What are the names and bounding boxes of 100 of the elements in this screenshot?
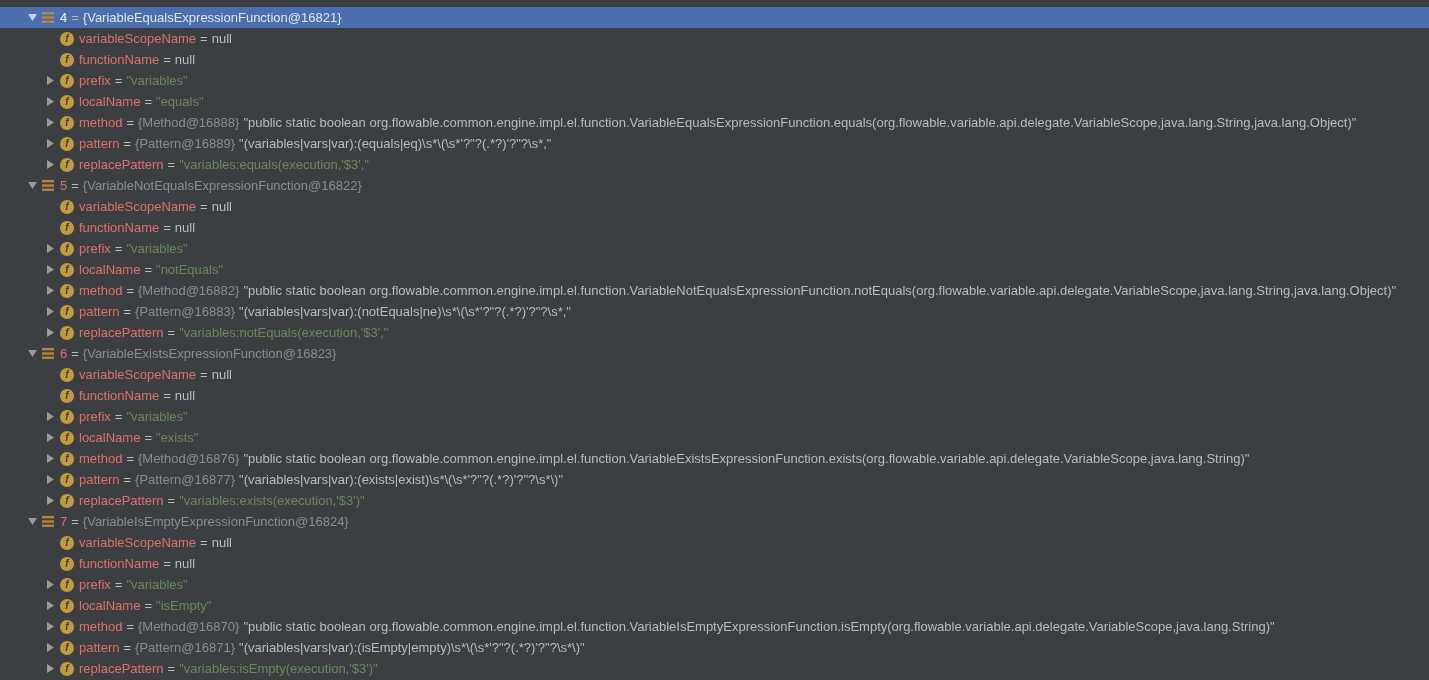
equals-sign: = bbox=[163, 220, 171, 235]
field-name: replacePattern bbox=[79, 325, 164, 340]
equals-sign: = bbox=[114, 409, 123, 424]
equals-sign: = bbox=[144, 430, 152, 445]
field-icon: f bbox=[60, 283, 74, 298]
field-name: replacePattern bbox=[79, 157, 164, 172]
variable-row[interactable]: f method = {Method@16876} "public static boolean org.flowable.common.engine.impl.el.function.VariableExistsExpressionFunction.exists(org.flowable.variable.api.delegate.VariableScope,java.lang.String)" bbox=[0, 448, 1429, 469]
variable-row[interactable]: f prefix = "variables" bbox=[0, 406, 1429, 427]
variable-row[interactable]: f variableScopeName = null bbox=[0, 364, 1429, 385]
expand-arrow-icon[interactable] bbox=[45, 601, 55, 610]
collapse-arrow-icon[interactable] bbox=[27, 181, 37, 190]
field-icon: f bbox=[60, 304, 74, 319]
variable-row[interactable]: f pattern = {Pattern@16883} "(variables|vars|var):(notEquals|ne)\s*\(\s*'?"?(.*?)'?"?\s*," bbox=[0, 301, 1429, 322]
array-element-row[interactable]: 6 = {VariableExistsExpressionFunction@16823} bbox=[0, 343, 1429, 364]
collapse-arrow-icon[interactable] bbox=[27, 349, 37, 358]
collapse-arrow-icon[interactable] bbox=[27, 13, 37, 22]
expand-arrow-icon[interactable] bbox=[45, 286, 55, 295]
expand-arrow-icon[interactable] bbox=[45, 475, 55, 484]
expand-arrow-icon[interactable] bbox=[45, 643, 55, 652]
expand-arrow-icon[interactable] bbox=[45, 412, 55, 421]
field-name: localName bbox=[79, 262, 141, 277]
object-reference: {Pattern@16889} bbox=[135, 136, 236, 151]
list-icon bbox=[42, 180, 54, 191]
expand-arrow-icon[interactable] bbox=[45, 118, 55, 127]
expand-arrow-icon[interactable] bbox=[45, 265, 55, 274]
field-icon: f bbox=[60, 199, 74, 214]
object-reference: {VariableExistsExpressionFunction@16823} bbox=[82, 346, 337, 361]
equals-sign: = bbox=[123, 472, 132, 487]
field-value: "exists" bbox=[156, 430, 199, 445]
field-value: "(variables|vars|var):(equals|eq)\s*\(\s*'?"?(.*?)'?"?\s*," bbox=[239, 136, 552, 151]
variable-row[interactable]: f pattern = {Pattern@16889} "(variables|vars|var):(equals|eq)\s*\(\s*'?"?(.*?)'?"?\s*," bbox=[0, 133, 1429, 154]
field-name: method bbox=[79, 283, 123, 298]
expand-arrow-icon[interactable] bbox=[45, 97, 55, 106]
field-icon: f bbox=[60, 409, 74, 424]
expand-arrow-icon[interactable] bbox=[45, 664, 55, 673]
variable-row[interactable]: f replacePattern = "variables:notEquals(execution,'$3'," bbox=[0, 322, 1429, 343]
expand-arrow-icon[interactable] bbox=[45, 433, 55, 442]
equals-sign: = bbox=[126, 451, 134, 466]
field-name: variableScopeName bbox=[79, 31, 197, 46]
variable-row[interactable]: f variableScopeName = null bbox=[0, 532, 1429, 553]
variable-row[interactable]: f replacePattern = "variables:exists(execution,'$3')" bbox=[0, 490, 1429, 511]
variable-row[interactable]: f functionName = null bbox=[0, 49, 1429, 70]
expand-arrow-icon[interactable] bbox=[45, 307, 55, 316]
variable-row[interactable]: f localName = "notEquals" bbox=[0, 259, 1429, 280]
expand-arrow-icon[interactable] bbox=[45, 454, 55, 463]
collapse-arrow-icon[interactable] bbox=[27, 517, 37, 526]
element-index: 6 bbox=[60, 346, 68, 361]
equals-sign: = bbox=[163, 388, 171, 403]
field-name: method bbox=[79, 451, 123, 466]
expand-arrow-icon[interactable] bbox=[45, 622, 55, 631]
variable-row[interactable]: f prefix = "variables" bbox=[0, 574, 1429, 595]
field-icon: f bbox=[60, 619, 74, 634]
field-value: "(variables|vars|var):(notEquals|ne)\s*\(\s*'?"?(.*?)'?"?\s*," bbox=[239, 304, 571, 319]
field-icon: f bbox=[60, 367, 74, 382]
variable-row[interactable]: f functionName = null bbox=[0, 385, 1429, 406]
expand-arrow-icon[interactable] bbox=[45, 496, 55, 505]
variable-row[interactable]: f pattern = {Pattern@16871} "(variables|vars|var):(isEmpty|empty)\s*\(\s*'?"?(.*?)'?"?\s*\)" bbox=[0, 637, 1429, 658]
field-value: "variables" bbox=[126, 577, 188, 592]
object-reference: {VariableNotEqualsExpressionFunction@16822} bbox=[82, 178, 362, 193]
expand-arrow-icon[interactable] bbox=[45, 139, 55, 148]
equals-sign: = bbox=[167, 325, 176, 340]
array-element-row[interactable]: 5 = {VariableNotEqualsExpressionFunction@16822} bbox=[0, 175, 1429, 196]
expand-arrow-icon[interactable] bbox=[45, 160, 55, 169]
expand-arrow-icon[interactable] bbox=[45, 244, 55, 253]
field-icon: f bbox=[60, 388, 74, 403]
equals-sign: = bbox=[144, 598, 152, 613]
variable-row[interactable]: f variableScopeName = null bbox=[0, 196, 1429, 217]
object-reference: {VariableIsEmptyExpressionFunction@16824} bbox=[82, 514, 349, 529]
field-value: "public static boolean org.flowable.common.engine.impl.el.function.VariableEqualsExpressionFunction.equals(org.flowable.variable.api.delegate.VariableScope,java.lang.String,java.lang.Object)" bbox=[243, 115, 1357, 130]
variable-row[interactable]: f prefix = "variables" bbox=[0, 70, 1429, 91]
variable-row[interactable]: f localName = "equals" bbox=[0, 91, 1429, 112]
field-icon: f bbox=[60, 52, 74, 67]
field-name: pattern bbox=[79, 472, 120, 487]
field-name: prefix bbox=[79, 73, 111, 88]
variable-row[interactable]: f pattern = {Pattern@16877} "(variables|vars|var):(exists|exist)\s*\(\s*'?"?(.*?)'?"?\s*\)" bbox=[0, 469, 1429, 490]
field-name: replacePattern bbox=[79, 493, 164, 508]
field-icon: f bbox=[60, 73, 74, 88]
expand-arrow-icon[interactable] bbox=[45, 328, 55, 337]
expand-arrow-icon[interactable] bbox=[45, 76, 55, 85]
variable-row[interactable]: f variableScopeName = null bbox=[0, 28, 1429, 49]
variable-row[interactable]: f prefix = "variables" bbox=[0, 238, 1429, 259]
expand-arrow-icon[interactable] bbox=[45, 580, 55, 589]
array-element-row[interactable]: 7 = {VariableIsEmptyExpressionFunction@16824} bbox=[0, 511, 1429, 532]
field-icon: f bbox=[60, 157, 74, 172]
variable-row[interactable]: f localName = "exists" bbox=[0, 427, 1429, 448]
variable-row[interactable]: f functionName = null bbox=[0, 553, 1429, 574]
equals-sign: = bbox=[71, 178, 79, 193]
field-name: prefix bbox=[79, 409, 111, 424]
field-name: method bbox=[79, 115, 123, 130]
field-icon: f bbox=[60, 661, 74, 676]
variable-row[interactable]: f localName = "isEmpty" bbox=[0, 595, 1429, 616]
array-element-row[interactable]: 4 = {VariableEqualsExpressionFunction@16821} bbox=[0, 7, 1429, 28]
variable-row[interactable]: f functionName = null bbox=[0, 217, 1429, 238]
object-reference: {Method@16870} bbox=[137, 619, 240, 634]
equals-sign: = bbox=[144, 94, 152, 109]
field-icon: f bbox=[60, 598, 74, 613]
variable-row[interactable]: f replacePattern = "variables:equals(execution,'$3'," bbox=[0, 154, 1429, 175]
field-value: null bbox=[174, 556, 196, 571]
variable-row[interactable]: f replacePattern = "variables:isEmpty(execution,'$3')" bbox=[0, 658, 1429, 679]
field-value: "notEquals" bbox=[156, 262, 224, 277]
